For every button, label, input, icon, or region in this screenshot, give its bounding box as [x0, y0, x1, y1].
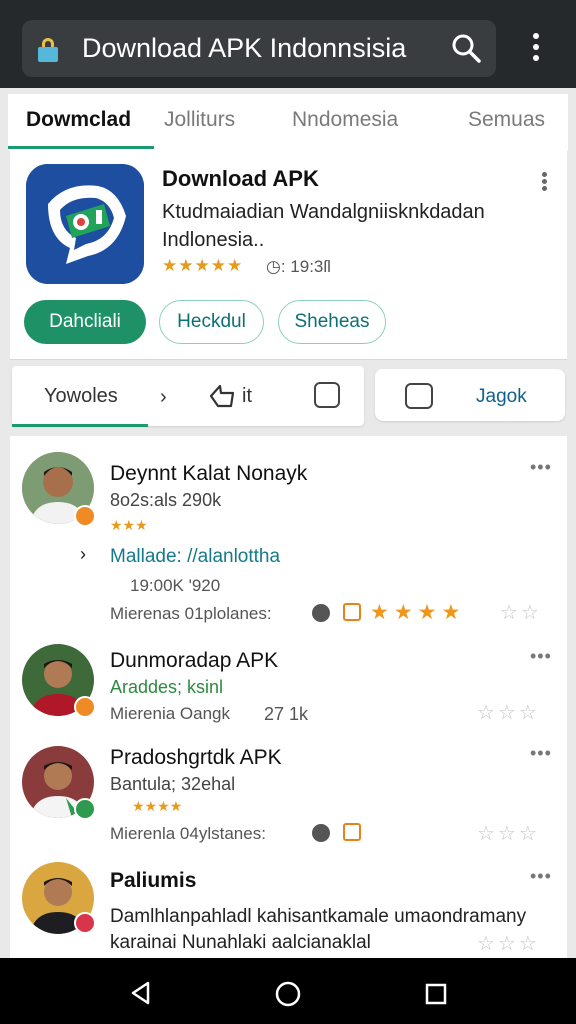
review-more-icon[interactable]: •••	[530, 646, 552, 667]
review-more-icon[interactable]: •••	[530, 457, 552, 478]
app-description: Ktudmaiadian Wandalgniisknkdadan Indlone…	[162, 201, 485, 251]
review-meta: Mierenla 04ylstanes:	[110, 824, 266, 843]
review-stats: 19:00K '920	[130, 576, 221, 595]
secondary-button[interactable]: Heckdul	[159, 300, 264, 344]
overflow-menu-icon[interactable]	[524, 30, 548, 66]
reviewer-name: Paliumis	[110, 869, 197, 892]
like-icon[interactable]	[208, 382, 236, 410]
app-logo-icon[interactable]	[26, 164, 144, 284]
reviewer-sub: 8o2s:als 290k	[110, 490, 222, 510]
rating-empty-stars[interactable]: ☆☆☆	[477, 700, 540, 725]
review-meta: Mierenas 01plolanes:	[110, 604, 272, 623]
tab-download[interactable]: Dowmclad	[26, 108, 131, 132]
action-it-label[interactable]: it	[242, 385, 252, 408]
recents-icon[interactable]	[424, 982, 448, 1006]
tag-icon	[312, 604, 330, 622]
share-button[interactable]: Sheheas	[278, 300, 386, 344]
status-badge	[74, 696, 96, 718]
chat-icon[interactable]	[405, 383, 433, 409]
active-tab-indicator	[8, 146, 154, 149]
lock-icon	[38, 38, 58, 62]
review-text-line-1: Damlhlanpahladl kahisantkamale umaondram…	[110, 906, 527, 927]
action-jagok-label[interactable]: Jagok	[476, 386, 527, 408]
back-icon[interactable]	[128, 980, 154, 1006]
calendar-icon	[343, 603, 361, 621]
tab-bar: Dowmclad Jolliturs Nndomesia Semuas	[8, 94, 568, 150]
action-panel-right	[375, 369, 565, 421]
review-meta: Mierenia Oangk	[110, 704, 231, 723]
reviewer-sub: Araddes; ksinl	[110, 677, 224, 697]
rating-empty-stars[interactable]: ☆☆☆	[477, 821, 540, 846]
camera-icon[interactable]	[314, 382, 340, 408]
tab-nndomesia[interactable]: Nndomesia	[292, 108, 398, 132]
chevron-right-icon[interactable]: ›	[160, 386, 167, 409]
action-reviews-label[interactable]: Yowoles	[44, 385, 118, 408]
status-badge	[74, 505, 96, 527]
address-text[interactable]: Download APK Indonnsisia	[82, 33, 406, 64]
review-text-line-2: karainai Nunahlaki aalcianaklal	[110, 932, 371, 953]
tab-jolliturs[interactable]: Jolliturs	[164, 108, 235, 132]
review-link[interactable]: Mallade: //alanlottha	[110, 546, 280, 568]
calendar-icon	[343, 823, 361, 841]
tab-semuas[interactable]: Semuas	[468, 108, 545, 132]
search-icon[interactable]	[450, 32, 482, 64]
app-meta: ◷: 19:3ſl	[266, 257, 331, 276]
rating-empty-stars[interactable]: ☆☆	[500, 600, 542, 625]
app-more-icon[interactable]	[540, 172, 548, 191]
reviewer-sub: Bantula; 32ehal	[110, 774, 236, 794]
review-more-icon[interactable]: •••	[530, 866, 552, 887]
reviewer-stars: ★★★★	[132, 798, 183, 814]
home-icon[interactable]	[274, 980, 302, 1008]
action-indicator	[12, 424, 148, 427]
rating-filled-stars[interactable]: ★★★★	[370, 600, 465, 625]
status-badge	[74, 798, 96, 820]
primary-download-button[interactable]: Dahcliali	[24, 300, 146, 344]
reviewer-name: Dunmoradap APK	[110, 649, 279, 672]
status-badge	[74, 912, 96, 934]
rating-empty-stars[interactable]: ☆☆☆	[477, 931, 540, 956]
reviewer-stars: ★★★	[110, 517, 148, 533]
tag-icon	[312, 824, 330, 842]
app-rating-stars: ★★★★★	[162, 256, 244, 275]
reviewer-name: Pradoshgrtdk APK	[110, 746, 282, 769]
review-count: 27 1k	[264, 704, 309, 724]
app-title: Download APK	[162, 166, 319, 191]
expand-arrow-icon[interactable]: ›	[80, 544, 86, 565]
review-more-icon[interactable]: •••	[530, 743, 552, 764]
system-nav-bar	[0, 958, 576, 1024]
reviewer-name: Deynnt Kalat Nonayk	[110, 462, 308, 485]
